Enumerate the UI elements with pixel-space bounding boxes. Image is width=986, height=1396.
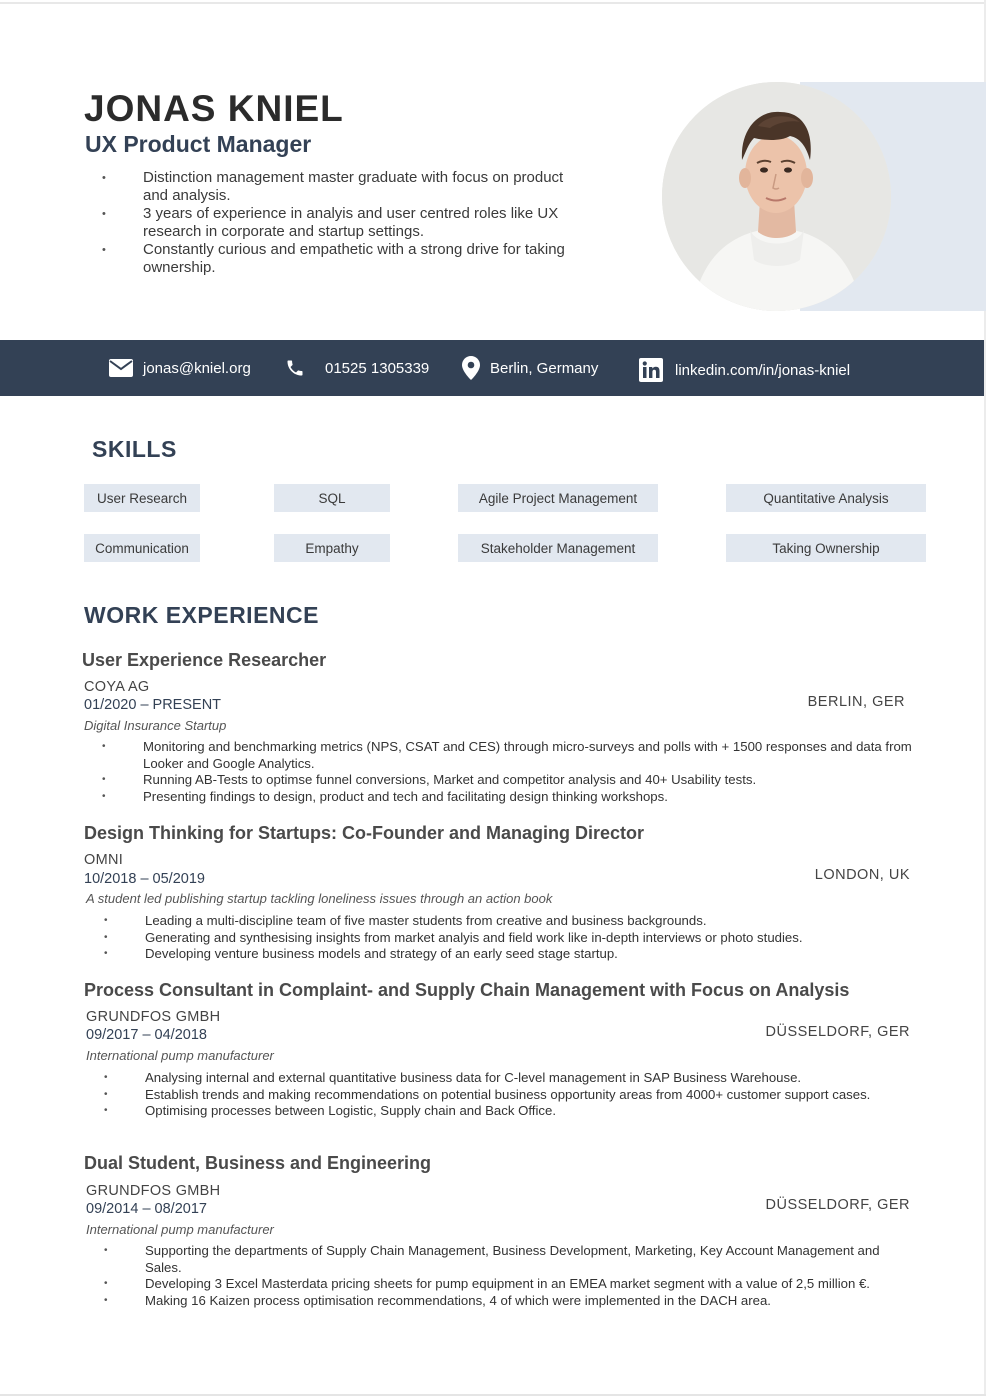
summary-item: 3 years of experience in analyis and use… xyxy=(100,205,570,241)
job-bullet: Developing venture business models and s… xyxy=(102,946,922,963)
contact-phone[interactable]: 01525 1305339 xyxy=(285,340,429,396)
skill-chip: Stakeholder Management xyxy=(458,534,658,562)
job-description: Digital Insurance Startup xyxy=(84,718,227,733)
email-text: jonas@kniel.org xyxy=(143,359,251,377)
job-bullets: Monitoring and benchmarking metrics (NPS… xyxy=(100,739,920,805)
job-bullet: Making 16 Kaizen process optimisation re… xyxy=(102,1293,892,1310)
job-bullet: Developing 3 Excel Masterdata pricing sh… xyxy=(102,1276,892,1293)
job-location: LONDON, UK xyxy=(814,867,910,883)
job-bullet: Presenting findings to design, product a… xyxy=(100,789,920,806)
job-title: Dual Student, Business and Engineering xyxy=(84,1153,432,1173)
job-bullet: Establish trends and making recommendati… xyxy=(102,1087,892,1104)
job-description: A student led publishing startup tacklin… xyxy=(86,891,553,906)
job-title: User Experience Researcher xyxy=(82,650,327,670)
work-heading: WORK EXPERIENCE xyxy=(84,602,319,628)
skill-chip: Empathy xyxy=(274,534,390,562)
linkedin-icon xyxy=(639,358,663,382)
envelope-icon xyxy=(109,359,133,377)
profile-photo xyxy=(662,82,891,311)
candidate-name: JONAS KNIEL xyxy=(84,88,344,129)
location-pin-icon xyxy=(462,356,480,380)
skills-heading: SKILLS xyxy=(92,436,177,462)
job-company: OMNI xyxy=(84,852,124,868)
job-title: Design Thinking for Startups: Co-Founder… xyxy=(84,823,645,843)
summary-item: Constantly curious and empathetic with a… xyxy=(100,241,570,277)
candidate-role: UX Product Manager xyxy=(85,131,312,157)
job-dates: 09/2017 – 04/2018 xyxy=(86,1027,207,1043)
location-text: Berlin, Germany xyxy=(490,359,599,377)
job-bullet: Leading a multi-discipline team of five … xyxy=(102,913,922,930)
job-bullets: Analysing internal and external quantita… xyxy=(102,1070,892,1120)
job-bullet: Generating and synthesising insights fro… xyxy=(102,930,922,947)
job-title: Process Consultant in Complaint- and Sup… xyxy=(84,980,850,1000)
job-company: GRUNDFOS GMBH xyxy=(86,1183,221,1199)
skill-chip: SQL xyxy=(274,484,390,512)
job-bullet: Running AB-Tests to optimse funnel conve… xyxy=(100,772,920,789)
top-divider xyxy=(0,2,986,4)
job-dates: 10/2018 – 05/2019 xyxy=(84,871,205,887)
resume-page: JONAS KNIEL UX Product Manager Distincti… xyxy=(0,0,986,1396)
skill-chip: User Research xyxy=(84,484,200,512)
job-location: DÜSSELDORF, GER xyxy=(765,1024,910,1040)
contact-bar: jonas@kniel.org 01525 1305339 Berlin, Ge… xyxy=(0,340,984,396)
summary-list: Distinction management master graduate w… xyxy=(100,169,570,277)
contact-linkedin[interactable]: linkedin.com/in/jonas-kniel xyxy=(639,342,850,398)
phone-icon xyxy=(285,358,305,378)
job-company: GRUNDFOS GMBH xyxy=(86,1009,221,1025)
skill-chip: Quantitative Analysis xyxy=(726,484,926,512)
job-description: International pump manufacturer xyxy=(86,1222,274,1237)
job-bullet: Optimising processes between Logistic, S… xyxy=(102,1103,892,1120)
job-bullet: Analysing internal and external quantita… xyxy=(102,1070,892,1087)
job-bullet: Monitoring and benchmarking metrics (NPS… xyxy=(100,739,920,772)
job-location: DÜSSELDORF, GER xyxy=(765,1197,910,1213)
job-company: COYA AG xyxy=(84,679,150,695)
contact-location: Berlin, Germany xyxy=(462,340,598,396)
summary-item: Distinction management master graduate w… xyxy=(100,169,570,205)
linkedin-text: linkedin.com/in/jonas-kniel xyxy=(675,361,851,379)
job-bullets: Leading a multi-discipline team of five … xyxy=(102,913,922,963)
skill-chip: Communication xyxy=(84,534,200,562)
job-dates: 01/2020 – PRESENT xyxy=(84,697,222,713)
job-description: International pump manufacturer xyxy=(86,1048,274,1063)
job-dates: 09/2014 – 08/2017 xyxy=(86,1201,207,1217)
phone-text: 01525 1305339 xyxy=(325,359,430,377)
job-bullet: Supporting the departments of Supply Cha… xyxy=(102,1243,892,1276)
skill-chip: Agile Project Management xyxy=(458,484,658,512)
contact-email[interactable]: jonas@kniel.org xyxy=(109,340,251,396)
job-location: BERLIN, GER xyxy=(807,694,905,710)
job-bullets: Supporting the departments of Supply Cha… xyxy=(102,1243,892,1309)
skill-chip: Taking Ownership xyxy=(726,534,926,562)
